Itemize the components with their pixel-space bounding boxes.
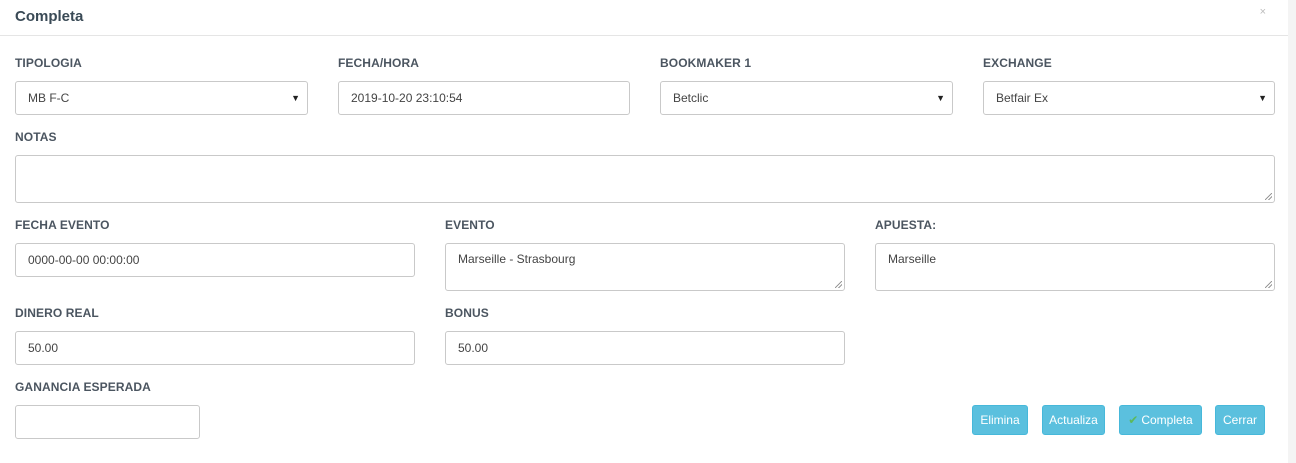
apuesta-label: APUESTA: xyxy=(875,218,937,232)
caret-down-icon: ▼ xyxy=(1258,93,1267,103)
evento-value: Marseille - Strasbourg xyxy=(458,252,576,266)
actualiza-button[interactable]: Actualiza xyxy=(1042,405,1105,435)
bookmaker1-label: BOOKMAKER 1 xyxy=(660,56,752,70)
bonus-value: 50.00 xyxy=(458,341,489,355)
fecha-hora-value: 2019-10-20 23:10:54 xyxy=(351,91,463,105)
cerrar-button-label: Cerrar xyxy=(1222,413,1257,427)
notas-textarea[interactable] xyxy=(15,155,1275,203)
fecha-evento-label: FECHA EVENTO xyxy=(15,218,110,232)
evento-textarea[interactable]: Marseille - Strasbourg xyxy=(445,243,845,291)
check-icon: ✔ xyxy=(1128,413,1139,427)
bonus-input[interactable]: 50.00 xyxy=(445,331,845,365)
exchange-select[interactable]: Betfair Ex ▼ xyxy=(983,81,1275,115)
apuesta-value: Marseille xyxy=(888,252,937,266)
resize-grip-icon[interactable] xyxy=(835,281,842,288)
tipologia-value: MB F-C xyxy=(28,91,70,105)
tipologia-label: TIPOLOGIA xyxy=(15,56,82,70)
bookmaker1-value: Betclic xyxy=(673,91,709,105)
close-icon[interactable]: × xyxy=(1260,6,1266,18)
cerrar-button[interactable]: Cerrar xyxy=(1215,405,1265,435)
scrollbar[interactable] xyxy=(1288,0,1296,463)
fecha-evento-value: 0000-00-00 00:00:00 xyxy=(28,253,140,267)
dinero-real-input[interactable]: 50.00 xyxy=(15,331,415,365)
caret-down-icon: ▼ xyxy=(291,93,300,103)
elimina-button-label: Elimina xyxy=(980,413,1020,427)
exchange-label: EXCHANGE xyxy=(983,56,1052,70)
evento-label: EVENTO xyxy=(445,218,495,232)
modal-dialog: Completa × TIPOLOGIA MB F-C ▼ FECHA/HORA… xyxy=(0,0,1289,463)
modal-title: Completa xyxy=(15,8,84,25)
bonus-label: BONUS xyxy=(445,306,489,320)
resize-grip-icon[interactable] xyxy=(1265,281,1272,288)
elimina-button[interactable]: Elimina xyxy=(972,405,1028,435)
ganancia-esperada-input[interactable] xyxy=(15,405,200,439)
completa-button[interactable]: ✔ Completa xyxy=(1119,405,1202,435)
fecha-hora-label: FECHA/HORA xyxy=(338,56,419,70)
dinero-real-value: 50.00 xyxy=(28,341,59,355)
fecha-hora-input[interactable]: 2019-10-20 23:10:54 xyxy=(338,81,630,115)
dinero-real-label: DINERO REAL xyxy=(15,306,99,320)
resize-grip-icon[interactable] xyxy=(1265,193,1272,200)
actualiza-button-label: Actualiza xyxy=(1049,413,1098,427)
exchange-value: Betfair Ex xyxy=(996,91,1049,105)
caret-down-icon: ▼ xyxy=(936,93,945,103)
fecha-evento-input[interactable]: 0000-00-00 00:00:00 xyxy=(15,243,415,277)
modal-header: Completa × xyxy=(0,0,1288,36)
ganancia-esperada-label: GANANCIA ESPERADA xyxy=(15,380,151,394)
notas-label: NOTAS xyxy=(15,130,57,144)
tipologia-select[interactable]: MB F-C ▼ xyxy=(15,81,308,115)
apuesta-textarea[interactable]: Marseille xyxy=(875,243,1275,291)
completa-button-label: Completa xyxy=(1141,413,1193,427)
bookmaker1-select[interactable]: Betclic ▼ xyxy=(660,81,953,115)
